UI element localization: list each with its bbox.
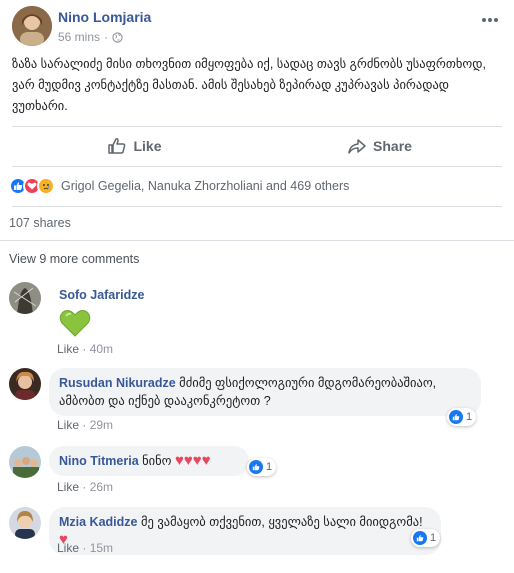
like-label: Like xyxy=(133,138,162,154)
reaction-badge[interactable]: 1 xyxy=(411,529,441,547)
comment-meta-separator: · xyxy=(82,418,90,432)
comment-like-link[interactable]: Like xyxy=(57,480,79,494)
action-bar: Like Share xyxy=(12,128,502,164)
commenter-name[interactable]: Nino Titmeria xyxy=(59,454,139,468)
reactions-summary: Grigol Gegelia, Nanuka Zhorzholiani and … xyxy=(61,179,350,193)
comment-meta: Like · 40m xyxy=(57,342,113,356)
reaction-count: 1 xyxy=(466,411,473,423)
share-arrow-icon xyxy=(348,139,366,154)
more-options-icon[interactable] xyxy=(480,12,500,22)
view-more-comments-link[interactable]: View 9 more comments xyxy=(9,252,139,266)
green-heart-sticker xyxy=(59,308,91,343)
divider xyxy=(12,126,502,127)
like-reaction-icon xyxy=(449,410,463,424)
comment-meta-separator: · xyxy=(82,480,90,494)
comment-meta: Like · 29m xyxy=(57,418,113,432)
thumbs-up-icon xyxy=(108,138,126,154)
comment-text: ნინო xyxy=(142,454,172,468)
heart-emoji: ♥ xyxy=(183,452,193,469)
comment-item: Nino Titmeria ნინო ♥♥♥♥ 1 Like · 26m xyxy=(9,446,499,494)
like-reaction-icon xyxy=(249,460,263,474)
comment-like-link[interactable]: Like xyxy=(57,541,79,555)
post-time[interactable]: 56 mins xyxy=(58,30,100,44)
divider xyxy=(12,206,502,207)
comment-bubble: Nino Titmeria ნინო ♥♥♥♥ xyxy=(49,446,249,476)
comment-time[interactable]: 15m xyxy=(90,541,113,555)
reactions-row[interactable]: Grigol Gegelia, Nanuka Zhorzholiani and … xyxy=(9,176,349,196)
post-meta: 56 mins · xyxy=(58,30,123,44)
heart-emoji: ♥ xyxy=(174,452,184,469)
comment-time[interactable]: 26m xyxy=(90,480,113,494)
commenter-avatar[interactable] xyxy=(9,446,41,478)
commenter-avatar[interactable] xyxy=(9,368,41,400)
share-button[interactable]: Share xyxy=(257,128,502,164)
comment-item: Rusudan Nikuradze მძიმე ფსიქოლოგიური მდგ… xyxy=(9,368,499,432)
author-name[interactable]: Nino Lomjaria xyxy=(58,9,151,25)
author-avatar[interactable] xyxy=(12,6,52,46)
reaction-badge[interactable]: 1 xyxy=(447,408,477,426)
commenter-avatar[interactable] xyxy=(9,507,41,539)
reaction-count: 1 xyxy=(430,532,437,544)
comment-meta-separator: · xyxy=(82,342,90,356)
commenter-name[interactable]: Rusudan Nikuradze xyxy=(59,376,176,390)
share-label: Share xyxy=(373,138,412,154)
sad-reaction-icon xyxy=(37,177,55,195)
meta-separator: · xyxy=(104,30,109,44)
comment-item: Sofo Jafaridze Like · 40m xyxy=(9,282,499,356)
comment-like-link[interactable]: Like xyxy=(57,342,79,356)
comment-text: მე ვამაყობ თქვენით, ყველაზე სალი მიიდგომ… xyxy=(140,515,423,529)
comment-bubble: Rusudan Nikuradze მძიმე ფსიქოლოგიური მდგ… xyxy=(49,368,481,416)
divider xyxy=(12,166,502,167)
like-reaction-icon xyxy=(413,531,427,545)
comment-time[interactable]: 29m xyxy=(90,418,113,432)
heart-emoji: ♥ xyxy=(201,452,211,469)
like-button[interactable]: Like xyxy=(12,128,257,164)
globe-icon xyxy=(112,31,123,43)
comment-like-link[interactable]: Like xyxy=(57,418,79,432)
reaction-badge[interactable]: 1 xyxy=(247,458,277,476)
shares-count[interactable]: 107 shares xyxy=(9,216,71,230)
commenter-name[interactable]: Mzia Kadidze xyxy=(59,515,138,529)
comment-meta-separator: · xyxy=(82,541,90,555)
commenter-avatar[interactable] xyxy=(9,282,41,314)
reaction-count: 1 xyxy=(266,461,273,473)
comment-meta: Like · 26m xyxy=(57,480,113,494)
comment-item: Mzia Kadidze მე ვამაყობ თქვენით, ყველაზე… xyxy=(9,507,499,565)
post-header: Nino Lomjaria 56 mins · xyxy=(12,6,502,46)
post-text: ზაზა სარალიძე მისი თხოვნით იმყოფება იქ, … xyxy=(12,57,486,113)
heart-emoji: ♥ xyxy=(192,452,202,469)
comment-time[interactable]: 40m xyxy=(90,342,113,356)
comment-meta: Like · 15m xyxy=(57,541,113,555)
divider xyxy=(0,240,514,241)
commenter-name[interactable]: Sofo Jafaridze xyxy=(59,288,144,302)
